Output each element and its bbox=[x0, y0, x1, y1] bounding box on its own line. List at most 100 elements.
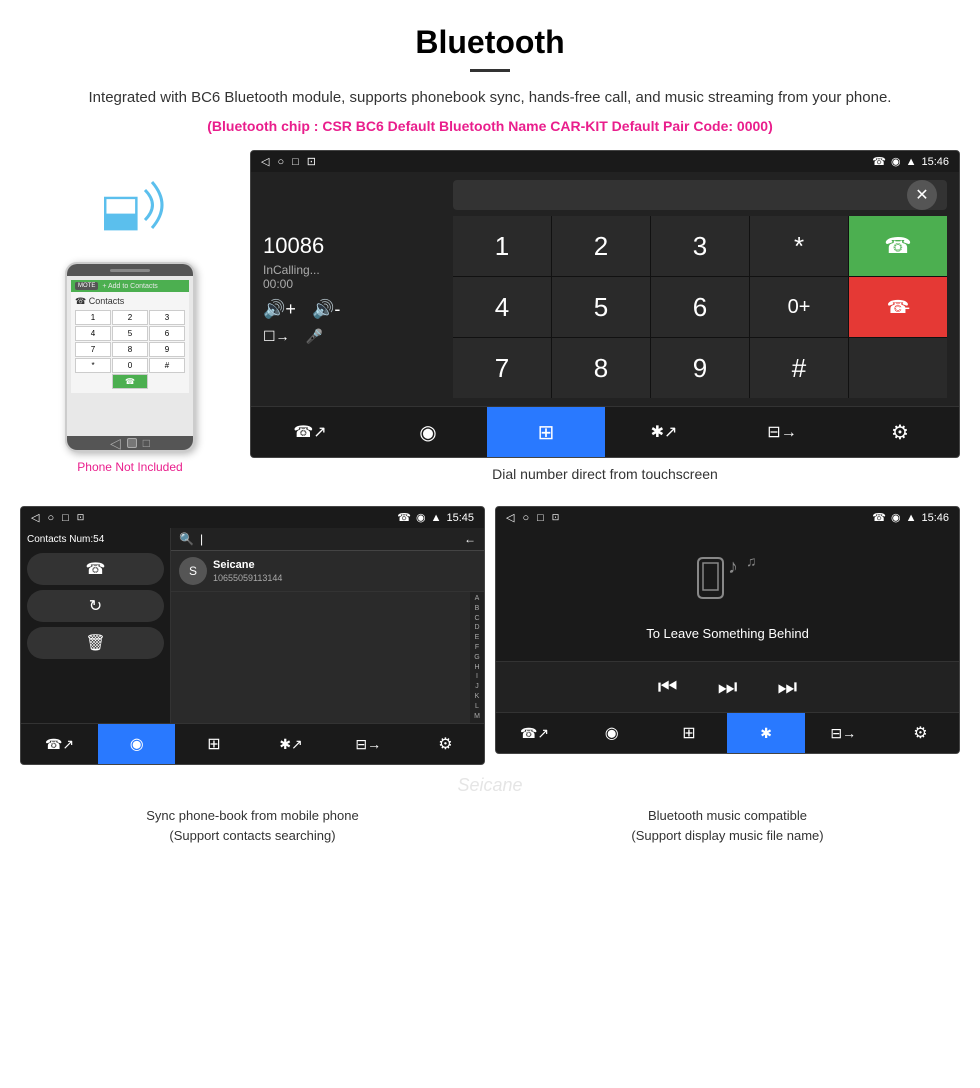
key-9[interactable]: 9 bbox=[651, 338, 749, 398]
bluetooth-signal-icon: ⬓ bbox=[90, 170, 170, 252]
key-call-end[interactable]: ☎̶ bbox=[849, 277, 947, 337]
music-android-screen: ◁ ○ □ ⊡ ☎ ◉ ▲ 15:46 bbox=[495, 506, 960, 754]
c-recents-icon: □ bbox=[62, 512, 69, 524]
alpha-i[interactable]: I bbox=[476, 672, 478, 682]
play-pause-button[interactable]: ⏭ bbox=[718, 674, 738, 700]
mn-keypad[interactable]: ⊞ bbox=[650, 713, 727, 753]
m-call-icon: ☎ bbox=[872, 511, 886, 524]
search-clear-icon[interactable]: ← bbox=[464, 532, 476, 546]
alpha-b[interactable]: B bbox=[475, 604, 480, 614]
backspace-button[interactable]: ✕ bbox=[907, 180, 937, 210]
contacts-count: Contacts Num:54 bbox=[27, 534, 164, 545]
music-main-area: ♪ ♫ To Leave Something Behind bbox=[496, 528, 959, 661]
call-status-icon: ☎ bbox=[872, 155, 886, 168]
mn-call[interactable]: ☎↗ bbox=[496, 713, 573, 753]
key-hash[interactable]: # bbox=[750, 338, 848, 398]
cn-transfer[interactable]: ⊟→ bbox=[330, 724, 407, 764]
cn-contacts[interactable]: ◉ bbox=[98, 724, 175, 764]
nav-keypad[interactable]: ⊞ bbox=[487, 407, 605, 457]
phone-not-included-label: Phone Not Included bbox=[77, 460, 182, 474]
alpha-m[interactable]: M bbox=[474, 712, 480, 722]
nav-call[interactable]: ☎↗ bbox=[251, 407, 369, 457]
contacts-bottom-nav: ☎↗ ◉ ⊞ ✱↗ ⊟→ ⚙ bbox=[21, 723, 484, 764]
alpha-d[interactable]: D bbox=[474, 623, 479, 633]
contacts-screen-wrap: ◁ ○ □ ⊡ ☎ ◉ ▲ 15:45 Contacts Num:54 ☎ ↻ bbox=[20, 506, 485, 765]
key-6[interactable]: 6 bbox=[651, 277, 749, 337]
phone-key-5: 5 bbox=[112, 326, 148, 341]
contact-list-item[interactable]: S Seicane 10655059113144 bbox=[171, 551, 484, 592]
contacts-call-button[interactable]: ☎ bbox=[27, 553, 164, 585]
svg-text:♪: ♪ bbox=[728, 556, 738, 578]
cn-settings[interactable]: ⚙ bbox=[407, 724, 484, 764]
contacts-delete-button[interactable]: 🗑 bbox=[27, 627, 164, 659]
alpha-k[interactable]: K bbox=[475, 692, 480, 702]
alpha-index-list: A B C D E F G H I J K L M bbox=[470, 592, 484, 723]
key-4[interactable]: 4 bbox=[453, 277, 551, 337]
cn-keypad[interactable]: ⊞ bbox=[175, 724, 252, 764]
mn-bluetooth[interactable]: ✱ bbox=[727, 713, 804, 753]
alpha-j[interactable]: J bbox=[475, 682, 479, 692]
search-icon: 🔍 bbox=[179, 532, 194, 546]
music-caption-text: Bluetooth music compatible(Support displ… bbox=[631, 808, 823, 843]
keypad-grid: 1 2 3 * ☎ 4 5 6 0+ ☎̶ 7 8 9 # bbox=[453, 216, 947, 398]
key-1[interactable]: 1 bbox=[453, 216, 551, 276]
phone-screen: MOTE + Add to Contacts ☎ Contacts 1 2 3 … bbox=[67, 276, 193, 436]
key-star[interactable]: * bbox=[750, 216, 848, 276]
mn-settings[interactable]: ⚙ bbox=[882, 713, 959, 753]
key-5[interactable]: 5 bbox=[552, 277, 650, 337]
keypad-input-area: ✕ 1 2 3 * ☎ 4 5 6 0+ ☎̶ 7 bbox=[453, 180, 947, 398]
cn-call[interactable]: ☎↗ bbox=[21, 724, 98, 764]
dial-status-bar: ◁ ○ □ ⊡ ☎ ◉ ▲ 15:46 bbox=[251, 151, 959, 172]
key-7[interactable]: 7 bbox=[453, 338, 551, 398]
nav-contacts[interactable]: ◉ bbox=[369, 407, 487, 457]
status-left-icons: ◁ ○ □ ⊡ bbox=[261, 155, 316, 168]
contact-name: Seicane bbox=[213, 559, 282, 571]
contacts-refresh-button[interactable]: ↻ bbox=[27, 590, 164, 622]
alpha-c[interactable]: C bbox=[474, 614, 479, 624]
mn-transfer[interactable]: ⊟→ bbox=[805, 713, 882, 753]
m-home-icon: ○ bbox=[522, 512, 529, 524]
nav-phone-transfer[interactable]: ⊟→ bbox=[723, 407, 841, 457]
alpha-f[interactable]: F bbox=[475, 643, 479, 653]
nav-bluetooth[interactable]: ✱↗ bbox=[605, 407, 723, 457]
key-0plus[interactable]: 0+ bbox=[750, 277, 848, 337]
key-3[interactable]: 3 bbox=[651, 216, 749, 276]
music-status-left: ◁ ○ □ ⊡ bbox=[506, 511, 559, 524]
cn-bluetooth[interactable]: ✱↗ bbox=[252, 724, 329, 764]
next-track-button[interactable]: ⏭ bbox=[777, 674, 797, 700]
transfer-icon[interactable]: ☐→ bbox=[263, 328, 290, 345]
vol-down-icon[interactable]: 🔊- bbox=[312, 299, 340, 320]
contacts-layout: Contacts Num:54 ☎ ↻ 🗑 🔍 | ← S bbox=[21, 528, 484, 723]
search-cursor: | bbox=[200, 532, 203, 546]
key-call-accept[interactable]: ☎ bbox=[849, 216, 947, 276]
page-header: Bluetooth Integrated with BC6 Bluetooth … bbox=[0, 0, 980, 150]
alpha-e[interactable]: E bbox=[475, 633, 480, 643]
contacts-search-bar: 🔍 | ← bbox=[171, 528, 484, 551]
header-description: Integrated with BC6 Bluetooth module, su… bbox=[60, 86, 920, 110]
music-icon-area: ♪ ♫ bbox=[688, 548, 768, 608]
recents-icon: □ bbox=[292, 156, 299, 168]
alpha-g[interactable]: G bbox=[474, 653, 479, 663]
phone-key-1: 1 bbox=[75, 310, 111, 325]
m-back-icon: ◁ bbox=[506, 511, 514, 524]
phone-key-7: 7 bbox=[75, 342, 111, 357]
dial-display-area: 10086 InCalling... 00:00 🔊+ 🔊- ☐→ 🎤 ✕ bbox=[251, 172, 959, 406]
key-8[interactable]: 8 bbox=[552, 338, 650, 398]
alpha-l[interactable]: L bbox=[475, 702, 479, 712]
alpha-h[interactable]: H bbox=[474, 663, 479, 673]
phone-key-6: 6 bbox=[149, 326, 185, 341]
nav-settings[interactable]: ⚙ bbox=[841, 407, 959, 457]
key-2[interactable]: 2 bbox=[552, 216, 650, 276]
phone-number-display: ☎ Contacts bbox=[75, 296, 185, 307]
mic-icon[interactable]: 🎤 bbox=[306, 328, 323, 345]
contacts-status-left: ◁ ○ □ ⊡ bbox=[31, 511, 84, 524]
c-back-icon: ◁ bbox=[31, 511, 39, 524]
dial-android-screen: ◁ ○ □ ⊡ ☎ ◉ ▲ 15:46 10086 InCalling... 0… bbox=[250, 150, 960, 458]
mn-contacts[interactable]: ◉ bbox=[573, 713, 650, 753]
vol-up-icon[interactable]: 🔊+ bbox=[263, 299, 296, 320]
prev-track-button[interactable]: ⏮ bbox=[658, 674, 678, 700]
header-specs: (Bluetooth chip : CSR BC6 Default Blueto… bbox=[60, 118, 920, 134]
dial-input-field[interactable]: ✕ bbox=[453, 180, 947, 210]
contact-avatar: S bbox=[179, 557, 207, 585]
alpha-a[interactable]: A bbox=[475, 594, 480, 604]
